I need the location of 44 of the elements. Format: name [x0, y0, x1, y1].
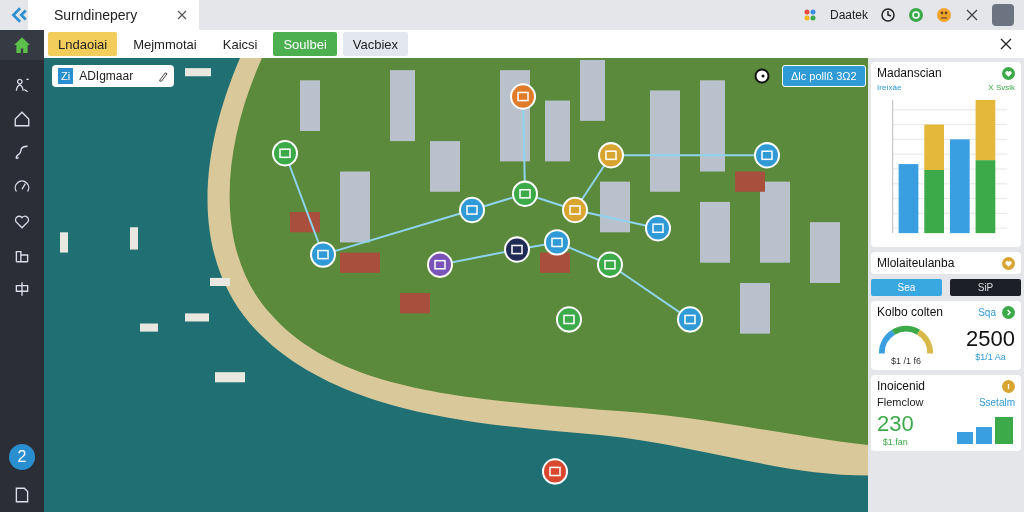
- edit-icon[interactable]: [157, 70, 168, 82]
- chart-bar: [975, 99, 996, 161]
- location-icon[interactable]: [754, 68, 770, 84]
- metric-caption: $1/1 Aa: [975, 352, 1006, 362]
- mini-bar-chart-drawing: [955, 414, 1015, 444]
- close-icon[interactable]: [1000, 38, 1012, 50]
- signpost-icon[interactable]: [13, 280, 31, 298]
- toolbar-tab[interactable]: Vacbiex: [342, 32, 409, 56]
- route-icon[interactable]: [13, 144, 31, 162]
- legend-label: Ireíxáe: [877, 83, 902, 92]
- chart-bar: [924, 170, 944, 234]
- status-icon[interactable]: [908, 7, 924, 23]
- chart-bar: [924, 124, 944, 170]
- metric-value: 2500: [966, 326, 1015, 352]
- gauge-caption: $1 /1 f6: [891, 356, 921, 366]
- person-icon[interactable]: [13, 76, 31, 94]
- card-title: Madanscian: [877, 66, 943, 80]
- window-tab[interactable]: Surndinepery: [28, 0, 200, 30]
- emoji-icon[interactable]: [936, 7, 952, 23]
- house-icon[interactable]: [13, 110, 31, 128]
- close-icon[interactable]: [177, 10, 188, 20]
- panel-button[interactable]: SiP: [950, 279, 1021, 296]
- legend-label: X Svsik: [988, 83, 1015, 92]
- card-title: Kolbo colten: [877, 305, 945, 319]
- layer-badge: Zi: [58, 68, 74, 84]
- card-title: Inoicenid: [877, 379, 927, 393]
- document-icon[interactable]: [13, 486, 31, 504]
- window-title: Surndinepery: [54, 7, 138, 23]
- user-label: Daatek: [829, 8, 868, 22]
- close-icon[interactable]: [964, 7, 980, 23]
- layer-card[interactable]: Zi ADIgmaar: [52, 65, 174, 87]
- home-icon: [13, 36, 31, 54]
- chart-bar: [898, 164, 919, 234]
- notification-badge[interactable]: 2: [9, 444, 35, 470]
- metric-value: 230: [877, 411, 914, 437]
- clock-icon[interactable]: [880, 7, 896, 23]
- metric-caption: $1.fan: [882, 437, 908, 447]
- back-icon[interactable]: [10, 6, 28, 24]
- card-title: Mlolaiteulanba: [877, 256, 955, 270]
- toolbar-tab[interactable]: Lndaoiai: [48, 32, 118, 56]
- card-subtitle: Flemclow: [877, 396, 925, 408]
- avatar[interactable]: [992, 4, 1014, 26]
- layer-title: ADIgmaar: [79, 69, 135, 83]
- home-button[interactable]: [0, 30, 44, 60]
